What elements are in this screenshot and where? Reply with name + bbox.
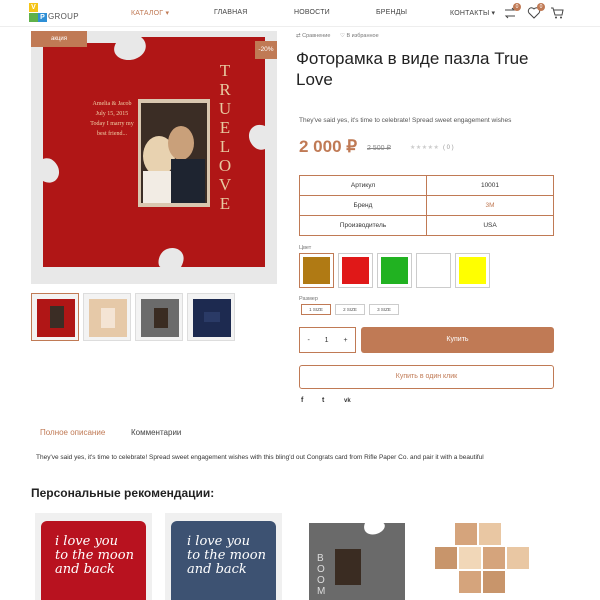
swatch-fill (420, 257, 447, 284)
swatch-fill (303, 257, 330, 284)
property-key: Артикул (299, 175, 427, 196)
full-description: They've said yes, it's time to celebrate… (36, 454, 484, 461)
thumbnail-3[interactable] (135, 293, 183, 341)
discount-badge: -20% (255, 41, 277, 59)
header: V P GROUP КАТАЛОГ ▾ ГЛАВНАЯ НОВОСТИ БРЕН… (0, 0, 600, 27)
size-option[interactable]: 2 SIZE (335, 304, 365, 315)
color-swatch[interactable] (338, 253, 373, 288)
property-value: 10001 (426, 175, 554, 196)
size-option[interactable]: 1 SIZE (301, 304, 331, 315)
thumbnail-1[interactable] (31, 293, 79, 341)
color-label: Цвет (299, 245, 312, 251)
compare-badge: 0 (513, 3, 521, 11)
nav-contacts[interactable]: КОНТАКТЫ ▾ (450, 9, 495, 17)
size-label: Размер (299, 296, 318, 302)
property-row: Бренд 3M (299, 195, 554, 216)
swatch-fill (342, 257, 369, 284)
recommendation-card[interactable] (425, 513, 542, 600)
logo-letter-p: P (40, 14, 45, 21)
nav-catalog-label: КАТАЛОГ (131, 10, 164, 17)
pillow-text: i love you to the moon and back (55, 534, 134, 577)
product-title: Фоторамка в виде пазла True Love (296, 49, 529, 89)
recommendation-card[interactable]: i love you to the moon and back (35, 513, 152, 600)
size-option[interactable]: 3 SIZE (369, 304, 399, 315)
tab-comments[interactable]: Комментарии (131, 428, 181, 437)
quantity-stepper: - 1 + (299, 327, 356, 353)
nav-news[interactable]: НОВОСТИ (294, 9, 330, 16)
compare-icon[interactable]: 0 (503, 3, 521, 20)
nav-brands[interactable]: БРЕНДЫ (376, 9, 407, 16)
swatch-fill (381, 257, 408, 284)
boom-text: BOOM (317, 553, 326, 597)
compare-label: Сравнение (302, 33, 331, 39)
thumbnail-strip (31, 293, 236, 343)
buy-button[interactable]: Купить (361, 327, 554, 353)
property-value: USA (426, 215, 554, 236)
heart-icon[interactable]: 0 (527, 3, 545, 20)
recommendation-card[interactable]: i love you to the moon and back (165, 513, 282, 600)
frame-caption: Amelia & Jacob July 15, 2015 Today I mar… (81, 99, 143, 139)
qty-minus-button[interactable]: - (307, 337, 309, 344)
recommendations-title: Персональные рекомендации: (31, 486, 215, 500)
qty-plus-button[interactable]: + (343, 337, 347, 344)
true-love-text: TRUE LOVE (218, 61, 232, 213)
color-swatch[interactable] (299, 253, 334, 288)
facebook-icon[interactable]: f (301, 397, 303, 404)
twitter-icon[interactable]: t (322, 397, 324, 404)
price: 2 000 ₽ (299, 137, 358, 156)
favorite-badge: 0 (537, 3, 545, 11)
compare-link[interactable]: ⇄ Сравнение (296, 33, 330, 39)
property-key: Бренд (299, 195, 427, 216)
sale-badge: акция (31, 31, 87, 47)
frame-line: July 15, 2015 (95, 111, 129, 117)
logo[interactable]: V P GROUP (29, 3, 79, 23)
property-key: Производитель (299, 215, 427, 236)
product-main-image[interactable]: TRUE LOVE Amelia & Jacob July 15, 2015 T… (31, 31, 277, 284)
favorite-link[interactable]: ♡ В избранное (340, 33, 379, 39)
rating-stars[interactable]: ★★★★★ (410, 144, 439, 151)
one-click-buy-button[interactable]: Купить в один клик (299, 365, 554, 389)
nav-home[interactable]: ГЛАВНАЯ (214, 9, 248, 16)
nav-contacts-label: КОНТАКТЫ (450, 10, 490, 17)
frame-line: Today I marry my (90, 121, 134, 127)
favorite-label: В избранное (346, 33, 379, 39)
property-row: Производитель USA (299, 215, 554, 236)
thumbnail-4[interactable] (187, 293, 235, 341)
brand-link[interactable]: 3M (426, 195, 554, 216)
properties-table: Артикул 10001 Бренд 3M Производитель USA (299, 175, 554, 236)
recommendation-card[interactable]: BOOM (295, 513, 412, 600)
review-count: ( 0 ) (443, 145, 454, 151)
cart-icon[interactable] (550, 6, 564, 20)
pillow-text: i love you to the moon and back (187, 534, 266, 577)
color-swatch[interactable] (416, 253, 451, 288)
thumbnail-2[interactable] (83, 293, 131, 341)
property-row: Артикул 10001 (299, 175, 554, 196)
swatch-fill (459, 257, 486, 284)
logo-square (29, 13, 38, 22)
qty-value[interactable]: 1 (325, 337, 329, 344)
vk-icon[interactable]: vk (344, 398, 351, 404)
short-description: They've said yes, it's time to celebrate… (299, 117, 512, 124)
nav-catalog[interactable]: КАТАЛОГ ▾ (131, 9, 169, 17)
tab-full-description[interactable]: Полное описание (40, 428, 105, 437)
frame-line: Amelia & Jacob (92, 101, 132, 107)
color-swatch[interactable] (377, 253, 412, 288)
old-price: 2 500 ₽ (367, 145, 391, 152)
color-swatch[interactable] (455, 253, 490, 288)
frame-line: best friend... (97, 131, 127, 137)
logo-letter-v: V (31, 4, 36, 11)
logo-text: GROUP (48, 12, 79, 21)
